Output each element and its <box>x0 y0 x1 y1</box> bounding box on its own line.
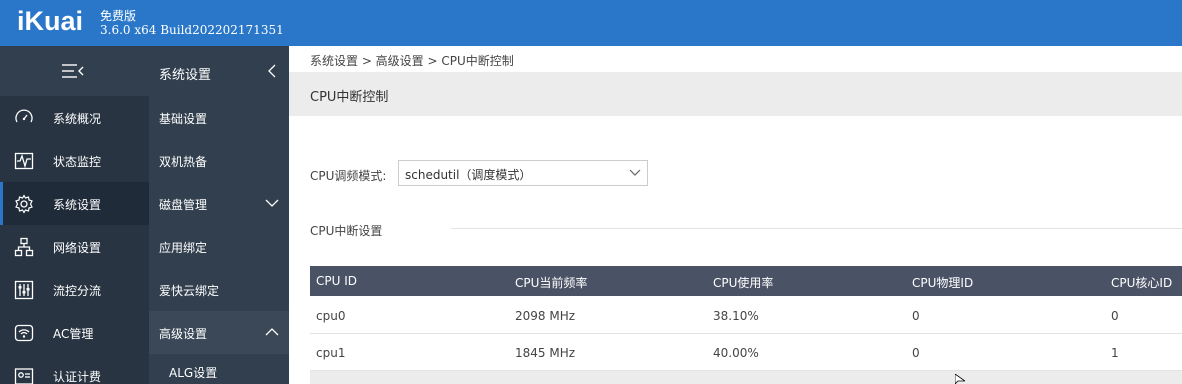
subnav-header[interactable]: 系统设置 <box>149 46 289 96</box>
section-divider <box>451 228 1182 229</box>
table-cell: 1 <box>1111 346 1119 360</box>
ikuai-logo[interactable]: iKuai <box>17 6 83 37</box>
table-header: CPU ID CPU当前频率 CPU使用率 CPU物理ID CPU核心ID <box>310 266 1182 296</box>
table-row-partial <box>310 371 1182 384</box>
cpu-mode-select[interactable]: schedutil（调度模式） <box>398 160 648 186</box>
nav-item-auth-billing[interactable]: 认证计费 <box>0 354 149 384</box>
section-title: CPU中断设置 <box>310 224 383 238</box>
table-cell: 38.10% <box>713 309 759 323</box>
nav-item-ac-management[interactable]: AC管理 <box>0 311 149 354</box>
nav-item-monitor[interactable]: 状态监控 <box>0 139 149 182</box>
table-cell: 0 <box>912 346 920 360</box>
subnav-item-label: 磁盘管理 <box>159 198 208 212</box>
nav-item-label: 系统设置 <box>53 198 102 212</box>
gear-icon <box>15 194 33 214</box>
subnav-item-label: 基础设置 <box>159 112 208 126</box>
subnav-item-label: ALG设置 <box>169 366 218 380</box>
subnav-item-basic-settings[interactable]: 基础设置 <box>149 96 289 139</box>
chevron-down-icon <box>629 169 641 176</box>
nav-item-flow-control[interactable]: 流控分流 <box>0 268 149 311</box>
table-cell: 2098 MHz <box>515 309 576 323</box>
edition-label: 免费版 <box>100 9 137 23</box>
menu-collapse-icon <box>62 64 84 78</box>
column-header-cpu-usage: CPU使用率 <box>713 276 774 290</box>
subnav-item-disk-management[interactable]: 磁盘管理 <box>149 182 289 225</box>
cpu-mode-value: schedutil（调度模式） <box>405 168 532 182</box>
table-cell: 40.00% <box>713 346 759 360</box>
nav-item-label: 流控分流 <box>53 284 102 298</box>
breadcrumb[interactable]: 系统设置 > 高级设置 > CPU中断控制 <box>310 52 514 69</box>
wifi-icon <box>14 324 34 342</box>
nav-item-label: 认证计费 <box>53 370 102 384</box>
page-title: CPU中断控制 <box>310 90 389 105</box>
table-cell: 0 <box>912 309 920 323</box>
sub-sidebar: 系统设置 基础设置 双机热备 磁盘管理 应用绑定 爱快云绑定 高级设置 ALG设… <box>149 46 289 384</box>
table-cell: 1845 MHz <box>515 346 576 360</box>
sliders-icon <box>14 280 34 300</box>
column-header-cpu-id: CPU ID <box>316 274 357 288</box>
auth-icon <box>14 368 34 384</box>
nav-item-label: AC管理 <box>53 327 94 341</box>
version-label: 3.6.0 x64 Build202202171351 <box>100 23 284 37</box>
table-cell: 0 <box>1111 309 1119 323</box>
chevron-down-icon <box>265 199 279 207</box>
subnav-item-alg-settings[interactable]: ALG设置 <box>149 354 289 384</box>
subnav-item-cloud-binding[interactable]: 爱快云绑定 <box>149 268 289 311</box>
subnav-item-label: 高级设置 <box>159 327 208 341</box>
nav-item-label: 系统概况 <box>53 112 102 126</box>
table-cell: cpu0 <box>316 309 346 323</box>
subnav-item-advanced-settings[interactable]: 高级设置 <box>149 311 289 354</box>
network-icon <box>14 237 34 257</box>
app-header: iKuai 免费版 3.6.0 x64 Build202202171351 <box>0 0 1182 46</box>
table-row[interactable]: cpu0 2098 MHz 38.10% 0 0 <box>310 297 1182 334</box>
column-header-physical-id: CPU物理ID <box>912 276 974 290</box>
subnav-item-app-binding[interactable]: 应用绑定 <box>149 225 289 268</box>
dashboard-icon <box>15 109 33 123</box>
nav-item-system-settings[interactable]: 系统设置 <box>0 182 149 225</box>
nav-item-overview[interactable]: 系统概况 <box>0 96 149 139</box>
main-content: 系统设置 > 高级设置 > CPU中断控制 CPU中断控制 CPU调频模式: s… <box>289 46 1182 384</box>
subnav-item-label: 爱快云绑定 <box>159 284 220 298</box>
chevron-up-icon <box>265 328 279 336</box>
subnav-item-label: 双机热备 <box>159 155 208 169</box>
subnav-item-label: 应用绑定 <box>159 241 208 255</box>
page-title-bar: CPU中断控制 <box>289 72 1182 116</box>
nav-item-label: 状态监控 <box>53 155 102 169</box>
main-sidebar: 系统概况 状态监控 系统设置 网络设置 流控分流 AC管理 认证计费 <box>0 46 149 384</box>
column-header-core-id: CPU核心ID <box>1111 276 1173 290</box>
table-row[interactable]: cpu1 1845 MHz 40.00% 0 1 <box>310 334 1182 371</box>
sidebar-collapse-button[interactable] <box>0 46 149 96</box>
subnav-title: 系统设置 <box>159 68 212 83</box>
subnav-item-hot-standby[interactable]: 双机热备 <box>149 139 289 182</box>
table-cell: cpu1 <box>316 346 346 360</box>
chevron-left-icon[interactable] <box>267 64 277 78</box>
column-header-cpu-frequency: CPU当前频率 <box>515 276 588 290</box>
monitor-icon <box>14 152 34 170</box>
nav-item-network[interactable]: 网络设置 <box>0 225 149 268</box>
nav-item-label: 网络设置 <box>53 241 102 255</box>
mouse-cursor-icon <box>955 374 965 384</box>
cpu-mode-label: CPU调频模式: <box>310 169 387 183</box>
